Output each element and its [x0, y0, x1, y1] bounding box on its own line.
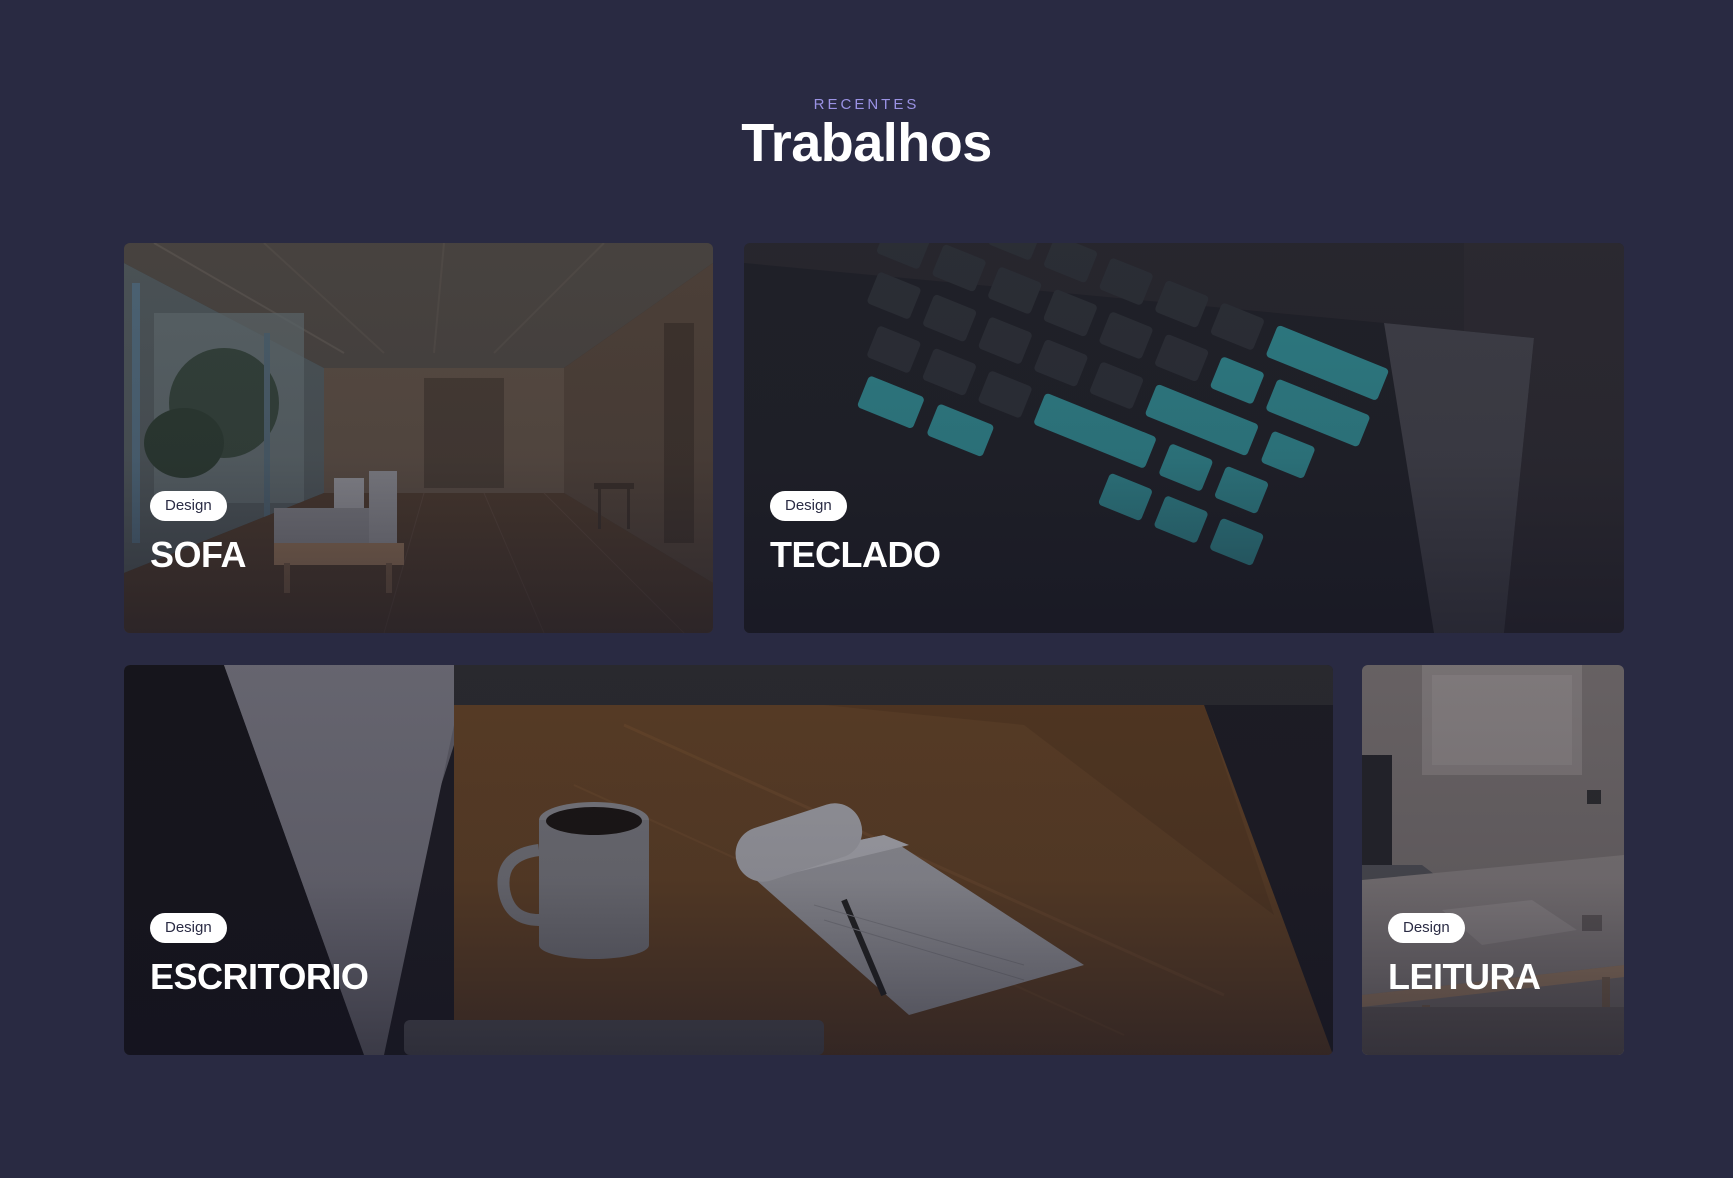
category-tag[interactable]: Design — [150, 491, 227, 521]
section-eyebrow: RECENTES — [813, 96, 920, 113]
category-tag[interactable]: Design — [150, 913, 227, 943]
project-title: TECLADO — [770, 534, 941, 575]
project-card-sofa[interactable]: Design SOFA — [124, 243, 713, 633]
project-title: SOFA — [150, 534, 247, 575]
category-tag[interactable]: Design — [1388, 913, 1465, 943]
section-title: Trabalhos — [741, 113, 992, 173]
category-tag[interactable]: Design — [770, 491, 847, 521]
project-title: LEITURA — [1388, 956, 1541, 997]
project-title: ESCRITORIO — [150, 956, 369, 997]
project-card-teclado[interactable]: Design TECLADO — [744, 243, 1624, 633]
project-card-escritorio[interactable]: Design ESCRITORIO — [124, 665, 1333, 1055]
project-card-leitura[interactable]: Design LEITURA — [1362, 665, 1624, 1055]
section-header: RECENTES Trabalhos — [0, 96, 1733, 172]
